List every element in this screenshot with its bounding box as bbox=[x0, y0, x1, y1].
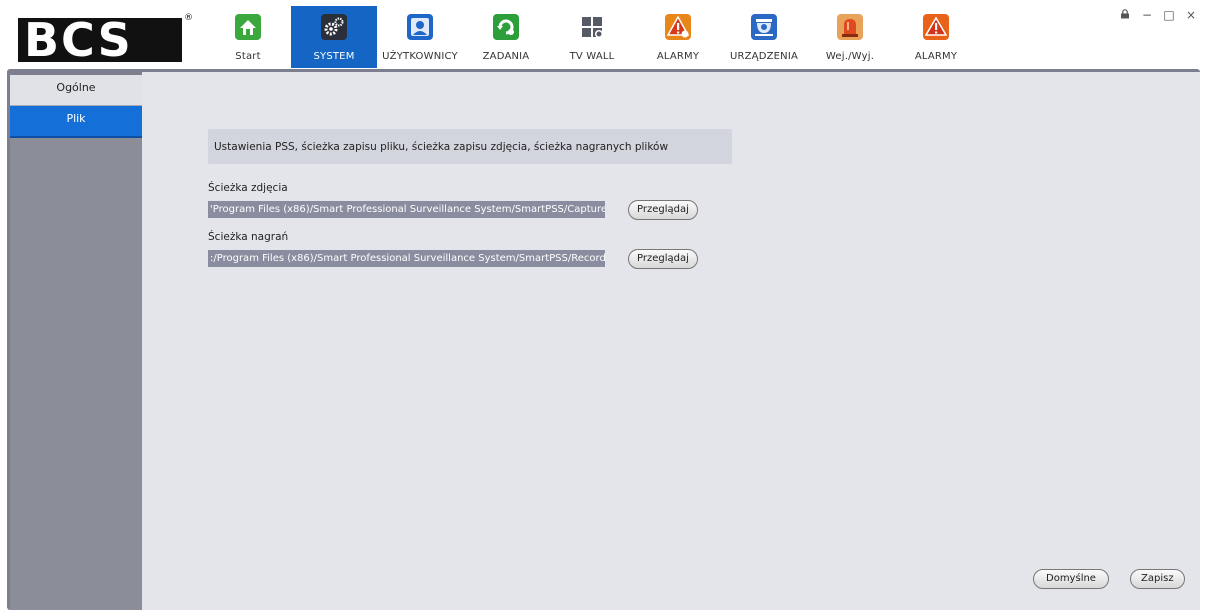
info-box: Ustawienia PSS, ścieżka zapisu pliku, śc… bbox=[208, 129, 732, 164]
nav-alarms[interactable]: ALARMY bbox=[635, 6, 721, 68]
info-text: Ustawienia PSS, ścieżka zapisu pliku, śc… bbox=[214, 141, 669, 153]
nav-label: ALARMY bbox=[656, 51, 700, 62]
bcs-logo: BCS ® bbox=[18, 8, 194, 64]
nav-tasks[interactable]: ZADANIA bbox=[463, 6, 549, 68]
tasks-icon bbox=[493, 14, 519, 40]
nav-label: Start bbox=[235, 51, 261, 62]
maximize-button[interactable]: □ bbox=[1163, 8, 1175, 22]
settings-panel: Ustawienia PSS, ścieżka zapisu pliku, śc… bbox=[142, 72, 1200, 610]
tv-wall-icon bbox=[579, 14, 605, 40]
svg-text:BCS: BCS bbox=[24, 13, 133, 64]
camera-dome-icon bbox=[751, 14, 777, 40]
nav-users[interactable]: UŻYTKOWNICY bbox=[377, 6, 463, 68]
top-bar: BCS ® Start SYSTEM UŻYTKOWNICY ZADANIA T… bbox=[0, 0, 1207, 68]
lock-icon[interactable] bbox=[1119, 8, 1131, 22]
snapshot-path-label: Ścieżka zdjęcia bbox=[208, 182, 288, 194]
nav-label: SYSTEM bbox=[313, 51, 355, 62]
snapshot-path-field[interactable]: 'Program Files (x86)/Smart Professional … bbox=[208, 201, 605, 218]
user-icon bbox=[407, 14, 433, 40]
nav-label: UŻYTKOWNICY bbox=[382, 51, 458, 62]
nav-label: Wej./Wyj. bbox=[825, 51, 875, 62]
browse-snapshot-button[interactable]: Przeglądaj bbox=[628, 200, 698, 220]
sidebar-item-general[interactable]: Ogólne bbox=[10, 75, 142, 106]
record-path-field[interactable]: :/Program Files (x86)/Smart Professional… bbox=[208, 250, 605, 267]
nav-label: ALARMY bbox=[914, 51, 958, 62]
nav-label: ZADANIA bbox=[482, 51, 530, 62]
nav-io[interactable]: Wej./Wyj. bbox=[807, 6, 893, 68]
window-controls: − □ × bbox=[1119, 8, 1197, 22]
default-button[interactable]: Domyślne bbox=[1033, 569, 1109, 589]
sidebar-item-file[interactable]: Plik bbox=[10, 106, 142, 138]
gear-icon bbox=[321, 14, 347, 40]
record-path-label: Ścieżka nagrań bbox=[208, 231, 289, 243]
siren-icon bbox=[837, 14, 863, 40]
nav-label: URZĄDZENIA bbox=[729, 51, 799, 62]
alarm-warning-icon bbox=[923, 14, 949, 40]
nav-alarms-2[interactable]: ALARMY bbox=[893, 6, 979, 68]
nav-tv-wall[interactable]: TV WALL bbox=[549, 6, 635, 68]
alarm-warning-icon bbox=[665, 14, 691, 40]
settings-sidebar: Ogólne Plik bbox=[10, 75, 142, 610]
svg-text:®: ® bbox=[184, 13, 193, 23]
nav-devices[interactable]: URZĄDZENIA bbox=[721, 6, 807, 68]
main-nav: Start SYSTEM UŻYTKOWNICY ZADANIA TV WALL bbox=[205, 6, 979, 68]
minimize-button[interactable]: − bbox=[1141, 8, 1153, 22]
nav-label: TV WALL bbox=[569, 51, 615, 62]
nav-system[interactable]: SYSTEM bbox=[291, 6, 377, 68]
close-button[interactable]: × bbox=[1185, 8, 1197, 22]
nav-start[interactable]: Start bbox=[205, 6, 291, 68]
browse-record-button[interactable]: Przeglądaj bbox=[628, 249, 698, 269]
home-icon bbox=[235, 14, 261, 40]
save-button[interactable]: Zapisz bbox=[1130, 569, 1185, 589]
